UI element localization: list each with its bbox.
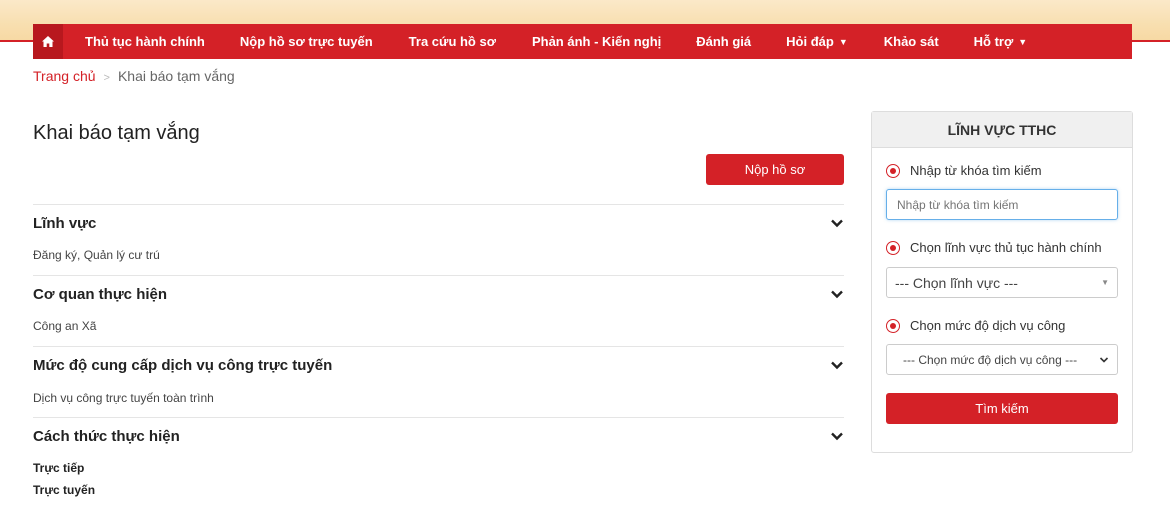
chevron-down-icon bbox=[831, 361, 843, 370]
nav-label: Hỏi đáp bbox=[786, 34, 834, 49]
section-title: Mức độ cung cấp dịch vụ công trực tuyến bbox=[33, 356, 333, 374]
section-value: Trực tuyến bbox=[33, 483, 96, 497]
nav-item-khao-sat[interactable]: Khảo sát bbox=[884, 24, 939, 59]
section-title: Cơ quan thực hiện bbox=[33, 285, 168, 303]
nav-item-hoi-dap[interactable]: Hỏi đáp ▼ bbox=[786, 24, 848, 59]
section-value: Đăng ký, Quản lý cư trú bbox=[33, 248, 160, 262]
section-linh-vuc: Lĩnh vực Đăng ký, Quản lý cư trú bbox=[33, 204, 844, 265]
section-title: Cách thức thực hiện bbox=[33, 427, 180, 445]
search-button[interactable]: Tìm kiếm bbox=[886, 393, 1118, 424]
section-cach-thuc: Cách thức thực hiện Trực tiếp Trực tuyến bbox=[33, 417, 844, 500]
section-header[interactable]: Cách thức thực hiện bbox=[33, 418, 844, 454]
nav-label: Tra cứu hồ sơ bbox=[408, 34, 496, 49]
chevron-down-icon bbox=[1099, 356, 1109, 363]
section-value: Dịch vụ công trực tuyến toàn trình bbox=[33, 391, 214, 405]
breadcrumb: Trang chủ > Khai báo tạm vắng bbox=[33, 68, 235, 84]
radio-selected-icon bbox=[886, 318, 900, 333]
breadcrumb-home-link[interactable]: Trang chủ bbox=[33, 68, 96, 84]
section-muc-do: Mức độ cung cấp dịch vụ công trực tuyến … bbox=[33, 346, 844, 408]
nav-item-phan-anh[interactable]: Phản ánh - Kiến nghị bbox=[532, 24, 661, 59]
home-icon bbox=[42, 36, 54, 47]
section-value: Trực tiếp bbox=[33, 461, 85, 475]
radio-label: Chọn mức độ dịch vụ công bbox=[910, 318, 1066, 333]
chevron-down-icon bbox=[831, 219, 843, 228]
breadcrumb-current: Khai báo tạm vắng bbox=[117, 68, 235, 84]
nav-home-button[interactable] bbox=[33, 24, 63, 59]
keyword-search-input[interactable] bbox=[886, 189, 1118, 220]
radio-selected-icon bbox=[886, 163, 900, 178]
panel-title: LĨNH VỰC TTHC bbox=[872, 112, 1132, 148]
field-select[interactable]: --- Chọn lĩnh vực --- ▼ bbox=[886, 267, 1118, 298]
caret-down-icon: ▼ bbox=[838, 36, 848, 47]
nav-label: Nộp hồ sơ trực tuyến bbox=[239, 34, 373, 49]
nav-label: Hỗ trợ bbox=[973, 34, 1014, 49]
page-title: Khai báo tạm vắng bbox=[33, 122, 200, 144]
nav-item-danh-gia[interactable]: Đánh giá bbox=[696, 24, 751, 59]
section-value: Công an Xã bbox=[33, 319, 97, 333]
section-header[interactable]: Lĩnh vực bbox=[33, 205, 844, 241]
section-co-quan: Cơ quan thực hiện Công an Xã bbox=[33, 275, 844, 336]
radio-selected-icon bbox=[886, 240, 900, 255]
chevron-down-icon bbox=[831, 290, 843, 299]
nav-item-tra-cuu[interactable]: Tra cứu hồ sơ bbox=[409, 24, 496, 59]
breadcrumb-separator: > bbox=[103, 72, 110, 84]
radio-label: Nhập từ khóa tìm kiếm bbox=[910, 163, 1042, 178]
caret-down-icon: ▼ bbox=[1018, 36, 1028, 47]
nav-item-nop-ho-so[interactable]: Nộp hồ sơ trực tuyến bbox=[240, 24, 373, 59]
radio-label: Chọn lĩnh vực thủ tục hành chính bbox=[910, 240, 1102, 255]
main-navbar: Thủ tục hành chính Nộp hồ sơ trực tuyến … bbox=[33, 24, 1132, 59]
select-value: --- Chọn lĩnh vực --- bbox=[895, 274, 1018, 291]
nav-item-ho-tro[interactable]: Hỗ trợ ▼ bbox=[974, 24, 1028, 59]
section-header[interactable]: Mức độ cung cấp dịch vụ công trực tuyến bbox=[33, 347, 844, 383]
radio-level[interactable]: Chọn mức độ dịch vụ công bbox=[886, 318, 1065, 333]
submit-application-button[interactable]: Nộp hồ sơ bbox=[706, 154, 844, 185]
radio-keyword[interactable]: Nhập từ khóa tìm kiếm bbox=[886, 163, 1042, 178]
caret-down-icon: ▼ bbox=[1101, 278, 1109, 287]
radio-field[interactable]: Chọn lĩnh vực thủ tục hành chính bbox=[886, 240, 1102, 255]
filter-panel: LĨNH VỰC TTHC Nhập từ khóa tìm kiếm Chọn… bbox=[871, 111, 1133, 453]
nav-label: Phản ánh - Kiến nghị bbox=[531, 34, 662, 49]
level-select[interactable]: --- Chọn mức độ dịch vụ công --- bbox=[886, 344, 1118, 375]
nav-item-thu-tuc[interactable]: Thủ tục hành chính bbox=[85, 24, 205, 59]
chevron-down-icon bbox=[831, 432, 843, 441]
nav-label: Thủ tục hành chính bbox=[85, 34, 205, 49]
select-value: --- Chọn mức độ dịch vụ công --- bbox=[903, 352, 1078, 367]
nav-label: Khảo sát bbox=[883, 34, 939, 49]
section-title: Lĩnh vực bbox=[33, 214, 97, 232]
nav-label: Đánh giá bbox=[696, 34, 752, 49]
section-header[interactable]: Cơ quan thực hiện bbox=[33, 276, 844, 312]
